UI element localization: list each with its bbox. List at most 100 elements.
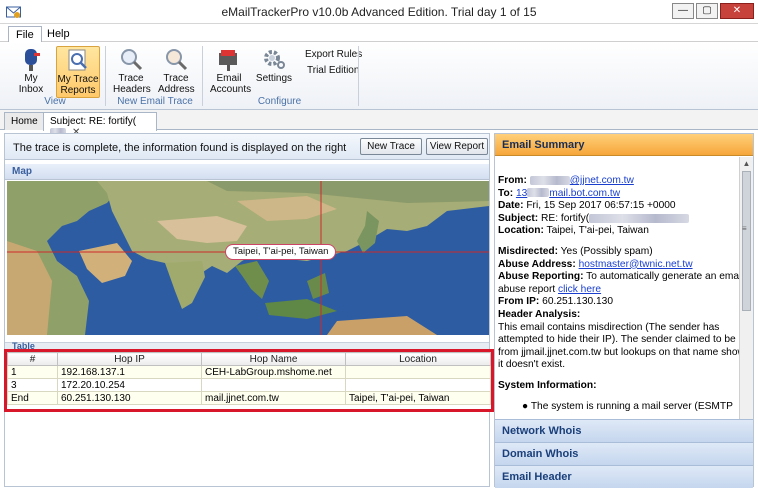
my-inbox-button[interactable]: My Inbox bbox=[10, 46, 52, 98]
network-whois-label: Network Whois bbox=[502, 425, 582, 437]
new-trace-button[interactable]: New Trace bbox=[360, 138, 422, 155]
export-rules-button[interactable]: Export Rules bbox=[305, 49, 362, 60]
hop-name: mail.jjnet.com.tw bbox=[201, 391, 346, 405]
trace-address-label: Trace Address bbox=[158, 73, 195, 95]
title-bar: eMailTrackerPro v10.0b Advanced Edition.… bbox=[0, 0, 758, 24]
hop-table: # Hop IP Hop Name Location 1 192.168.137… bbox=[4, 349, 494, 412]
trace-headers-label: Trace Headers bbox=[113, 73, 151, 95]
hop-location bbox=[345, 378, 491, 392]
column-header[interactable]: # bbox=[7, 352, 58, 366]
hop-table-header: # Hop IP Hop Name Location bbox=[7, 352, 491, 366]
window-controls: — ▢ ✕ bbox=[672, 3, 754, 19]
table-row[interactable]: End 60.251.130.130 mail.jjnet.com.tw Tai… bbox=[7, 391, 491, 405]
domain-whois-label: Domain Whois bbox=[502, 448, 579, 460]
redacted-text bbox=[527, 188, 550, 198]
menu-bar: File Help bbox=[0, 24, 758, 43]
summary-abuse-address: Abuse Address: hostmaster@twnic.net.tw bbox=[498, 258, 693, 270]
map-section-label: Map bbox=[12, 166, 32, 177]
email-header-label: Email Header bbox=[502, 471, 572, 483]
gear-icon bbox=[264, 50, 285, 69]
domain-whois-header[interactable]: Domain Whois bbox=[495, 442, 753, 465]
summary-subject: Subject: RE: fortify( bbox=[498, 213, 735, 226]
trace-status-text: The trace is complete, the information f… bbox=[13, 142, 347, 154]
summary-from-ip: From IP: 60.251.130.130 bbox=[498, 296, 613, 308]
scroll-up-icon[interactable]: ▲ bbox=[740, 157, 753, 170]
grip-icon: ≡ bbox=[742, 224, 747, 233]
my-trace-reports-button[interactable]: My Trace Reports bbox=[56, 46, 100, 98]
maximize-button[interactable]: ▢ bbox=[696, 3, 718, 19]
hop-location: Taipei, T'ai-pei, Taiwan bbox=[345, 391, 491, 405]
email-summary-content: From: @jjnet.com.tw To: 13 mail.bot.com.t… bbox=[495, 157, 739, 447]
magnifier-icon bbox=[166, 49, 188, 71]
table-row[interactable]: 3 172.20.10.254 bbox=[7, 378, 491, 392]
ribbon-separator bbox=[358, 46, 359, 106]
hop-location bbox=[345, 365, 491, 379]
mail-accounts-icon bbox=[219, 50, 237, 71]
tab-trace-subject[interactable]: Subject: RE: fortify(✕ bbox=[43, 112, 157, 138]
close-button[interactable]: ✕ bbox=[720, 3, 754, 19]
hop-ip: 172.20.10.254 bbox=[57, 378, 202, 392]
summary-location: Location: Taipei, T'ai-pei, Taiwan bbox=[498, 225, 649, 237]
hop-name: CEH-LabGroup.mshome.net bbox=[201, 365, 346, 379]
column-header[interactable]: Location bbox=[345, 352, 491, 366]
summary-header-analysis-label: Header Analysis: bbox=[498, 308, 581, 320]
trace-map[interactable]: Taipei, T'ai-pei, Taiwan bbox=[7, 181, 489, 335]
to-address-link[interactable]: 13 mail.bot.com.tw bbox=[516, 188, 620, 199]
summary-scrollbar[interactable]: ▲ ≡ ▼ bbox=[739, 157, 753, 445]
click-here-link[interactable]: click here bbox=[558, 284, 601, 295]
mailbox-icon bbox=[25, 49, 40, 71]
redacted-text bbox=[589, 213, 690, 223]
summary-abuse-reporting-cont: abuse report click here bbox=[498, 283, 602, 295]
ribbon-separator bbox=[202, 46, 203, 106]
settings-button[interactable]: Settings bbox=[254, 46, 294, 98]
email-accounts-button[interactable]: Email Accounts bbox=[207, 46, 251, 98]
trace-location-label: Taipei, T'ai-pei, Taiwan bbox=[225, 244, 337, 260]
hop-name bbox=[201, 378, 346, 392]
minimize-button[interactable]: — bbox=[672, 3, 694, 19]
analysis-text: it doesn't exist. bbox=[498, 359, 566, 371]
document-tabs: Home Subject: RE: fortify(✕ bbox=[0, 110, 758, 138]
menu-file[interactable]: File bbox=[8, 26, 42, 43]
ribbon: My Inbox My Trace Reports View Trace Hea… bbox=[0, 42, 758, 110]
window-title: eMailTrackerPro v10.0b Advanced Edition.… bbox=[221, 5, 537, 19]
hop-ip: 192.168.137.1 bbox=[57, 365, 202, 379]
table-row[interactable]: 1 192.168.137.1 CEH-LabGroup.mshome.net bbox=[7, 365, 491, 379]
magnifier-icon bbox=[121, 49, 143, 71]
hop-number: End bbox=[7, 391, 58, 405]
summary-date: Date: Fri, 15 Sep 2017 06:57:15 +0000 bbox=[498, 200, 676, 212]
summary-system-info-label: System Information: bbox=[498, 379, 597, 391]
email-header-header[interactable]: Email Header bbox=[495, 465, 753, 488]
my-inbox-label: My Inbox bbox=[18, 73, 44, 95]
hop-number: 1 bbox=[7, 365, 58, 379]
email-summary-header[interactable]: Email Summary bbox=[495, 134, 753, 156]
column-header[interactable]: Hop IP bbox=[57, 352, 202, 366]
analysis-text: from jjmail.jjnet.com.tw but lookups on … bbox=[498, 346, 739, 358]
hop-ip: 60.251.130.130 bbox=[57, 391, 202, 405]
my-trace-reports-label: My Trace Reports bbox=[57, 74, 99, 96]
summary-misdirected: Misdirected: Yes (Possibly spam) bbox=[498, 245, 653, 257]
analysis-text: attempted to hide their IP). The sender … bbox=[498, 334, 736, 346]
abuse-address-link[interactable]: hostmaster@twnic.net.tw bbox=[579, 259, 693, 270]
trace-address-button[interactable]: Trace Address bbox=[155, 46, 197, 98]
group-new-trace-label: New Email Trace bbox=[117, 96, 193, 107]
column-header[interactable]: Hop Name bbox=[201, 352, 346, 366]
trial-edition-button[interactable]: Trial Edition bbox=[307, 65, 359, 76]
ribbon-separator bbox=[105, 46, 106, 106]
tab-home[interactable]: Home bbox=[4, 112, 45, 130]
trace-panel: The trace is complete, the information f… bbox=[4, 133, 494, 487]
from-address-link[interactable]: @jjnet.com.tw bbox=[529, 175, 634, 186]
group-configure-label: Configure bbox=[257, 96, 302, 107]
trace-report-icon bbox=[68, 49, 87, 71]
redacted-text bbox=[529, 175, 570, 185]
network-whois-header[interactable]: Network Whois bbox=[495, 419, 753, 442]
view-report-button[interactable]: View Report bbox=[426, 138, 488, 155]
tab-trace-subject-label: Subject: RE: fortify( bbox=[50, 116, 137, 127]
email-accounts-label: Email Accounts bbox=[210, 73, 252, 95]
menu-help[interactable]: Help bbox=[40, 26, 77, 42]
settings-label: Settings bbox=[255, 73, 293, 84]
summary-to: To: 13 mail.bot.com.tw bbox=[498, 187, 621, 199]
map-section-header: Map bbox=[5, 164, 489, 180]
group-view-label: View bbox=[44, 96, 66, 107]
trace-headers-button[interactable]: Trace Headers bbox=[110, 46, 152, 98]
scroll-thumb[interactable] bbox=[742, 171, 751, 311]
